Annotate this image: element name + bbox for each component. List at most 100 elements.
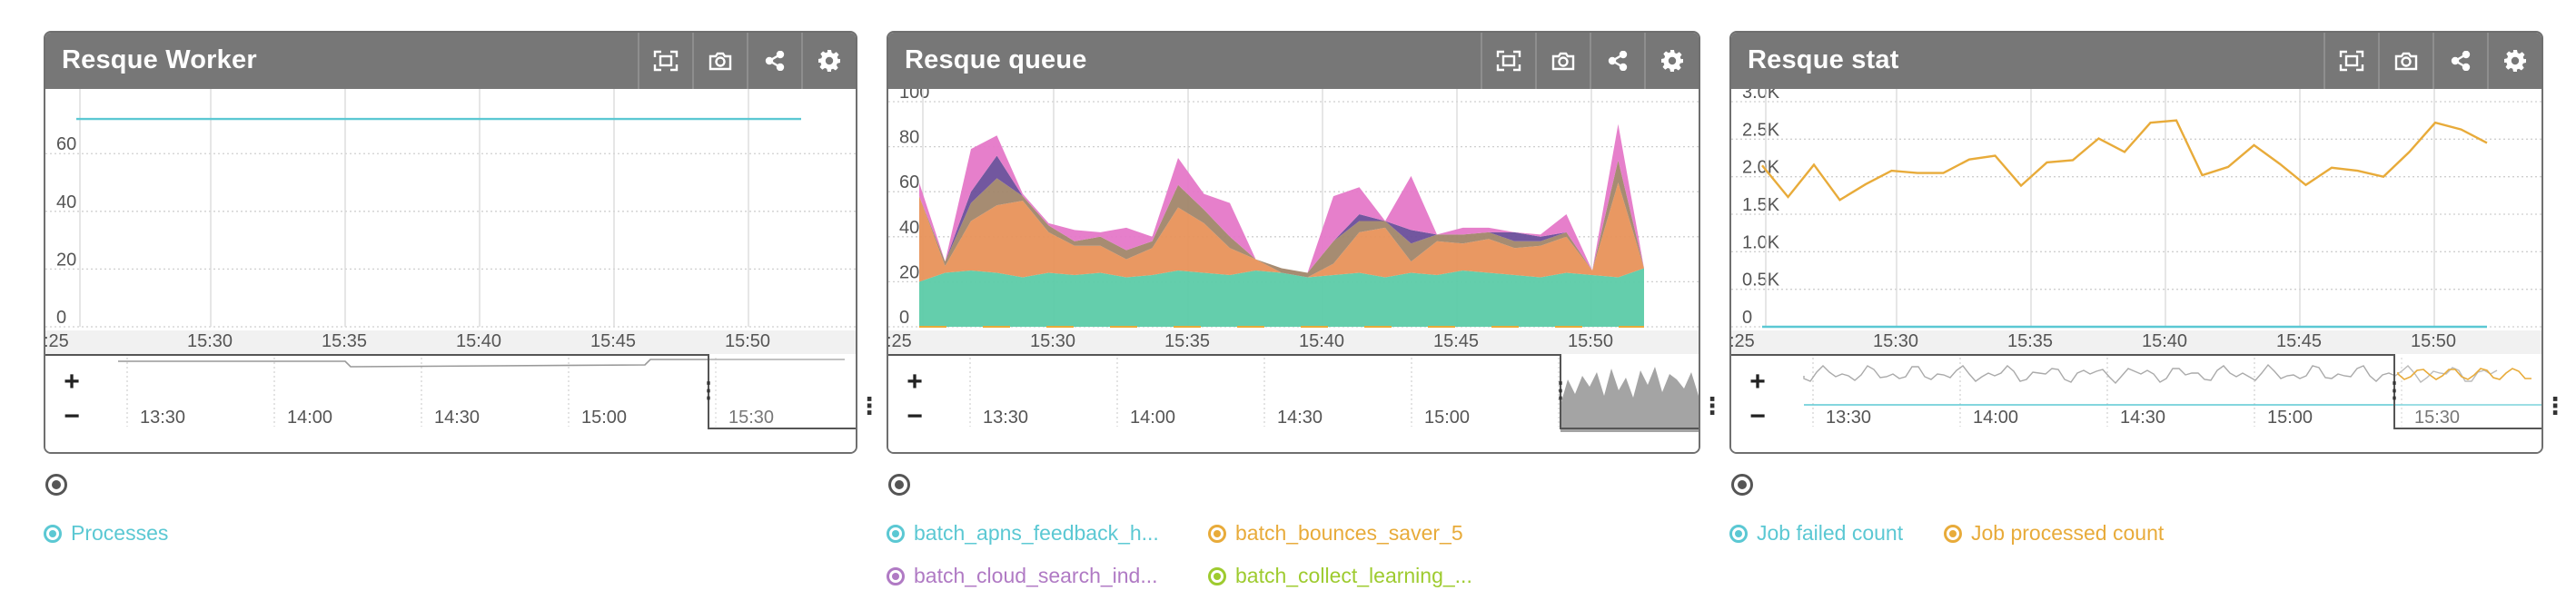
- chart-plot-area: 0 20 40 60 80 100:25 15:30 15:35 15:40 15:45 15:50: [888, 89, 1699, 354]
- x-tick-label: 15:35: [1164, 331, 1210, 351]
- legend-label: batch_apns_feedback_h...: [914, 521, 1159, 545]
- camera-icon[interactable]: [692, 33, 747, 89]
- navigator-tick-label: 15:00: [581, 408, 627, 428]
- x-tick-label: 15:50: [1568, 331, 1613, 351]
- gear-icon[interactable]: [2487, 33, 2541, 89]
- navigator-tick-label: 14:00: [287, 408, 332, 428]
- x-tick-label: 15:35: [322, 331, 367, 351]
- panel-toolbar: [2323, 33, 2541, 89]
- legend-marker-icon: [887, 566, 905, 585]
- navigator-tick-label: 13:30: [983, 408, 1028, 428]
- share-icon[interactable]: [2432, 33, 2487, 89]
- zoom-in-button[interactable]: +: [58, 367, 85, 398]
- zoom-out-button[interactable]: −: [1744, 401, 1771, 432]
- y-tick-label: 1.5K: [1742, 195, 1780, 215]
- legend-item[interactable]: batch_collect_learning_...: [1208, 564, 1472, 588]
- panel-resque-queue: Resque queue 0 20 40 60 80 100:25 15:30 15:35 15…: [887, 31, 1700, 454]
- navigator-track[interactable]: 13:3014:0014:3015:0015:30⋮: [888, 354, 1699, 454]
- navigator-selection: [2394, 354, 2541, 427]
- legend-item[interactable]: Job failed count: [1729, 521, 1903, 546]
- x-tick-label: 15:30: [1873, 331, 1918, 351]
- gear-icon[interactable]: [801, 33, 856, 89]
- zoom-in-button[interactable]: +: [901, 367, 928, 398]
- navigator-tick-label: 14:30: [434, 408, 480, 428]
- panel-resque-worker: Resque Worker 0 20 40 60:25 15:30 15:35 15:40 1…: [44, 31, 857, 454]
- legend-item[interactable]: Job processed count: [1944, 521, 2164, 546]
- legend-marker-icon: [1729, 524, 1748, 543]
- y-tick-label: 80: [899, 128, 919, 148]
- navigator-tick-label: 14:30: [2120, 408, 2165, 428]
- y-tick-label: 40: [899, 218, 919, 238]
- x-tick-label: 15:45: [1433, 331, 1479, 351]
- legend-toggle-icon[interactable]: [45, 474, 67, 496]
- y-tick-label: 0.5K: [1742, 271, 1780, 290]
- legend-marker-icon: [1208, 566, 1226, 585]
- navigator-handle-icon[interactable]: ⋮: [857, 392, 881, 420]
- x-tick-label: 15:35: [2007, 331, 2053, 351]
- fullscreen-icon[interactable]: [2323, 33, 2378, 89]
- chart-plot-area: 0 20 40 60:25 15:30 15:35 15:40 15:45 15:50: [45, 89, 856, 354]
- navigator-selection: [1560, 354, 1699, 427]
- y-tick-label: 60: [56, 134, 76, 154]
- legend-label: batch_bounces_saver_5: [1235, 521, 1463, 545]
- legend-marker-icon: [44, 524, 62, 543]
- zoom-out-button[interactable]: −: [901, 401, 928, 432]
- navigator-handle-icon: ⋮: [1550, 379, 1571, 403]
- share-icon[interactable]: [1590, 33, 1644, 89]
- panel-header: Resque queue: [888, 33, 1699, 89]
- legend-toggle-icon[interactable]: [888, 474, 910, 496]
- y-tick-label: 20: [56, 250, 76, 270]
- legend-item[interactable]: batch_apns_feedback_h...: [887, 521, 1159, 546]
- camera-icon[interactable]: [1535, 33, 1590, 89]
- y-tick-label: 0: [899, 308, 909, 328]
- legend-marker-icon: [887, 524, 905, 543]
- zoom-out-button[interactable]: −: [58, 401, 85, 432]
- legend-toggle-icon[interactable]: [1731, 474, 1753, 496]
- gear-icon[interactable]: [1644, 33, 1699, 89]
- panel-header: Resque Worker: [45, 33, 856, 89]
- navigator: 13:3014:0014:3015:0015:30⋮ + −: [888, 354, 1699, 454]
- legend-marker-icon: [1208, 524, 1226, 543]
- x-tick-label: 15:40: [2142, 331, 2187, 351]
- panel-resque-stat: Resque stat 0 0.5K 1.0K 1.5K 2.0K 2.5K 3.0K:25…: [1729, 31, 2543, 454]
- x-tick-label: 15:45: [590, 331, 636, 351]
- panel-toolbar: [638, 33, 856, 89]
- camera-icon[interactable]: [2378, 33, 2432, 89]
- navigator-handle-icon[interactable]: ⋮: [1700, 392, 1724, 420]
- legend-marker-icon: [1944, 524, 1962, 543]
- y-tick-label: 2.5K: [1742, 120, 1780, 140]
- x-tick-label: 15:30: [187, 331, 233, 351]
- legend-label: batch_cloud_search_ind...: [914, 564, 1158, 587]
- share-icon[interactable]: [747, 33, 801, 89]
- line-series: [1761, 119, 2488, 202]
- fullscreen-icon[interactable]: [638, 33, 692, 89]
- x-tick-label: 15:50: [725, 331, 770, 351]
- legend-item[interactable]: Processes: [44, 521, 168, 546]
- legend-item[interactable]: batch_bounces_saver_5: [1208, 521, 1463, 546]
- x-tick-label: :25: [888, 331, 912, 351]
- fullscreen-icon[interactable]: [1481, 33, 1535, 89]
- x-tick-label: 15:30: [1030, 331, 1075, 351]
- y-tick-label: 60: [899, 172, 919, 192]
- panel-toolbar: [1481, 33, 1699, 89]
- legend-label: batch_collect_learning_...: [1235, 564, 1472, 587]
- navigator-track[interactable]: 13:3014:0014:3015:0015:30⋮: [1731, 354, 2541, 454]
- navigator-track[interactable]: 13:3014:0014:3015:0015:30⋮: [45, 354, 856, 454]
- panel-title: Resque Worker: [62, 45, 257, 74]
- legend-label: Processes: [71, 521, 169, 545]
- area-series: [919, 268, 1644, 327]
- y-tick-label: 0: [56, 308, 66, 328]
- legend-item[interactable]: batch_cloud_search_ind...: [887, 564, 1158, 588]
- navigator-tick-label: 14:30: [1277, 408, 1323, 428]
- y-tick-label: 20: [899, 262, 919, 282]
- navigator: 13:3014:0014:3015:0015:30⋮ + −: [45, 354, 856, 454]
- y-tick-label: 1.0K: [1742, 232, 1780, 252]
- y-tick-label: 2.0K: [1742, 158, 1780, 178]
- navigator-handle-icon[interactable]: ⋮: [2543, 392, 2567, 420]
- legend-label: Job processed count: [1971, 521, 2165, 545]
- navigator-tick-label: 14:00: [1973, 408, 2018, 428]
- x-tick-label: 15:40: [1299, 331, 1344, 351]
- zoom-in-button[interactable]: +: [1744, 367, 1771, 398]
- panel-title: Resque queue: [905, 45, 1087, 74]
- y-tick-label: 40: [56, 192, 76, 212]
